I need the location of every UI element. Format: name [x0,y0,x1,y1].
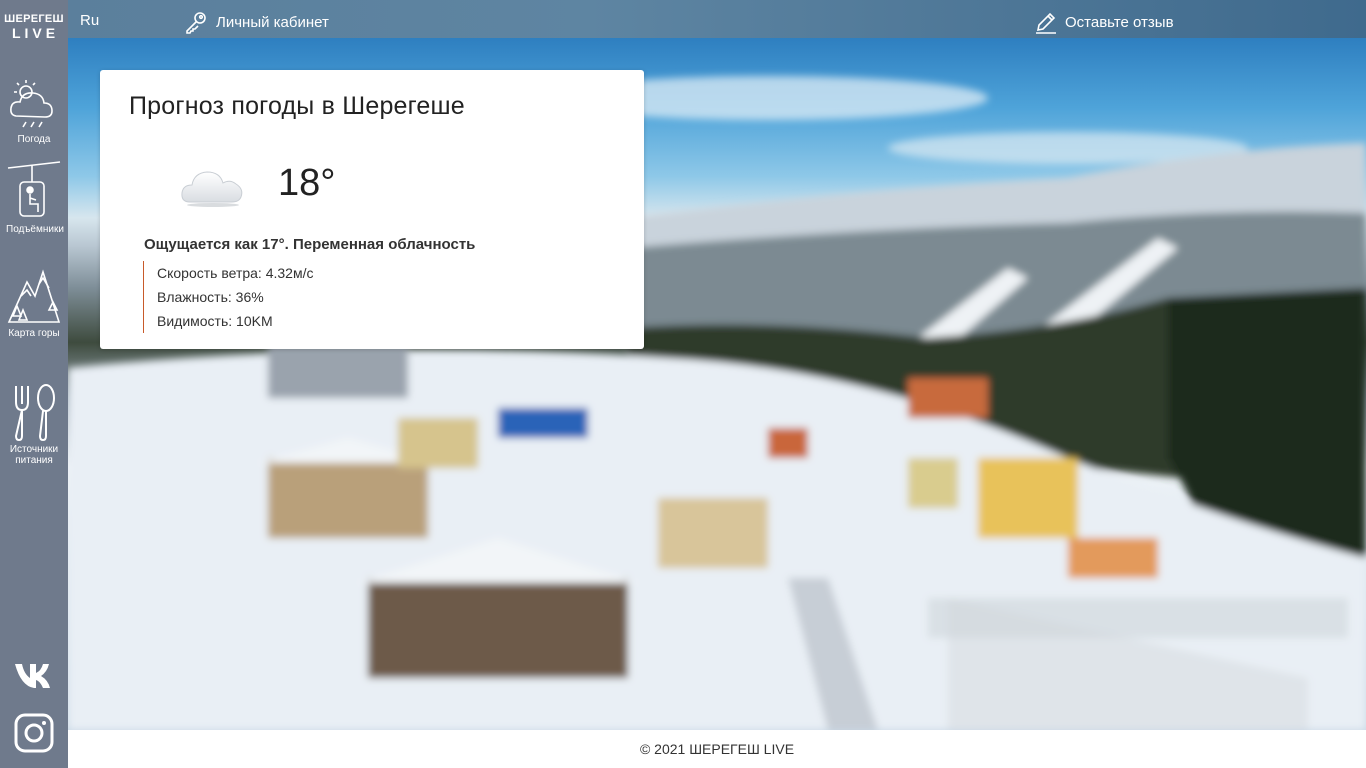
logo-line2: LIVE [11,25,60,41]
logo-line1: ШЕРЕГЕШ [4,13,64,25]
instagram-icon [14,713,54,753]
vk-link[interactable] [0,660,68,690]
visibility: Видимость: 10KM [157,313,273,329]
sidebar: ШЕРЕГЕШ LIVE Погода Подъёмники Карта гор… [0,0,68,768]
cloud-icon [181,171,243,207]
leave-review-label: Оставьте отзыв [1065,13,1174,31]
leave-review-link[interactable]: Оставьте отзыв [1034,10,1174,34]
footer: © 2021 ШЕРЕГЕШ LIVE [68,730,1366,768]
pencil-icon [1036,12,1056,34]
wind-speed: Скорость ветра: 4.32м/с [157,265,314,281]
vk-icon [15,664,50,688]
ski-lift-icon [7,161,61,217]
top-bar: Ru Личный кабинет Оставьте отзыв [68,0,1366,38]
weather-details: Скорость ветра: 4.32м/с Влажность: 36% В… [143,261,313,333]
weather-card: Прогноз погоды в Шерегеше 18° Ощущается … [100,70,644,349]
sidebar-item-label: Погода [17,134,51,145]
sidebar-item-weather[interactable]: Погода [0,76,68,145]
sidebar-item-label: Источники питания [9,444,59,466]
sidebar-item-lifts[interactable]: Подъёмники [0,160,68,235]
language-switch[interactable]: Ru [80,12,99,29]
weather-icon [10,80,53,128]
personal-account-label: Личный кабинет [216,13,329,31]
logo[interactable]: ШЕРЕГЕШ LIVE [0,13,68,41]
copyright-text: © 2021 ШЕРЕГЕШ LIVE [639,741,795,757]
feels-like-text: Ощущается как 17°. Переменная облачность [144,236,476,253]
sidebar-item-map[interactable]: Карта горы [0,266,68,339]
key-icon [186,12,206,34]
personal-account-link[interactable]: Личный кабинет [185,10,329,34]
sidebar-item-food[interactable]: Источники питания [0,382,68,466]
instagram-link[interactable] [0,712,68,754]
fork-spoon-icon [14,384,55,442]
sidebar-item-label: Подъёмники [6,224,64,235]
temperature-value: 18° [278,162,336,204]
mountain-map-icon [7,269,61,323]
humidity: Влажность: 36% [157,289,264,305]
weather-title: Прогноз погоды в Шерегеше [129,92,465,120]
sidebar-item-label: Карта горы [8,328,60,339]
